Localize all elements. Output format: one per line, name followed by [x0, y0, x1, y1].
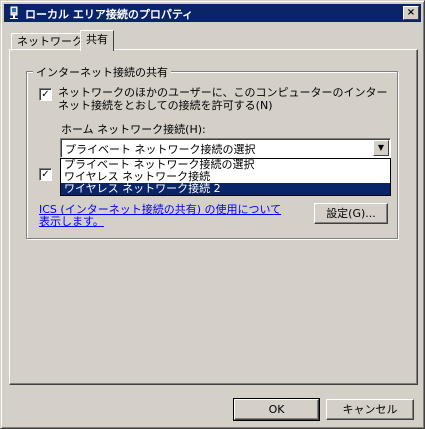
checkmark-icon: ✓ [41, 89, 50, 100]
home-network-label: ホーム ネットワーク接続(H): [61, 123, 206, 136]
allow-sharing-label[interactable]: ネットワークのほかのユーザーに、このコンピューターのインターネット接続をとおして… [58, 86, 388, 112]
tab-sharing[interactable]: 共有 [80, 30, 114, 51]
close-button[interactable]: × [403, 6, 419, 20]
settings-button[interactable]: 設定(G)... [314, 203, 388, 224]
chevron-down-icon[interactable]: ▼ [373, 140, 389, 156]
title-bar[interactable]: ローカル エリア接続のプロパティ × [4, 4, 421, 22]
close-icon: × [406, 7, 416, 18]
home-network-selected-value: プライベート ネットワーク接続の選択 [65, 143, 256, 156]
home-network-combobox[interactable]: プライベート ネットワーク接続の選択 ▼ [60, 138, 391, 158]
home-network-dropdown-list: プライベート ネットワーク接続の選択 ワイヤレス ネットワーク接続 ワイヤレス … [60, 158, 391, 196]
ics-help-link[interactable]: ICS (インターネット接続の共有) の使用について表示します。 [39, 204, 289, 228]
checkmark-icon: ✓ [41, 169, 50, 180]
cancel-button[interactable]: キャンセル [326, 399, 414, 420]
properties-window: ローカル エリア接続のプロパティ × ネットワーク 共有 インターネット接続の共… [0, 0, 425, 429]
dropdown-option-wireless-2[interactable]: ワイヤレス ネットワーク接続 2 [61, 183, 390, 195]
ics-group-legend: インターネット接続の共有 [33, 64, 171, 80]
allow-sharing-checkbox[interactable]: ✓ [39, 88, 52, 101]
network-connection-icon [10, 6, 18, 19]
window-title: ローカル エリア接続のプロパティ [25, 8, 194, 21]
second-sharing-checkbox[interactable]: ✓ [39, 168, 52, 181]
ok-button[interactable]: OK [233, 398, 320, 421]
